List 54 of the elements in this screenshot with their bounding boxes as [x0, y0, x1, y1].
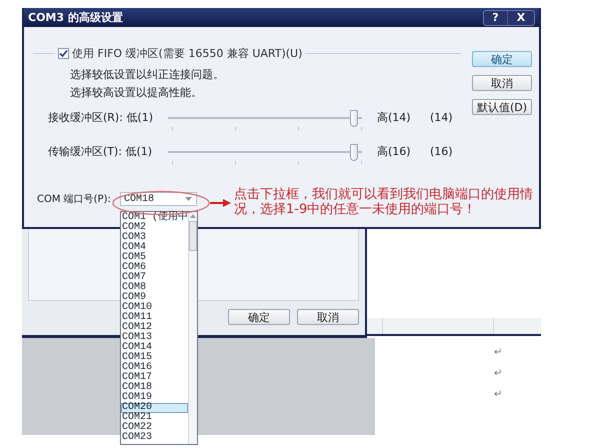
close-button[interactable]: X	[508, 10, 534, 24]
dropdown-option[interactable]: COM21	[121, 413, 188, 423]
slider-value: (14)	[430, 110, 453, 126]
paragraph-mark: ↵	[494, 367, 504, 380]
dropdown-option[interactable]: COM18	[121, 383, 188, 393]
annotation-text: 点击下拉框，我们就可以看到我们电脑端口的使用情况，选择1-9中的任意一未使用的端口号！	[234, 187, 534, 217]
dropdown-option[interactable]: COM7	[121, 273, 188, 283]
dropdown-option[interactable]: COM20	[121, 403, 188, 413]
help-button[interactable]: ?	[484, 10, 508, 24]
slider-value: (16)	[430, 144, 453, 160]
slider-max-label: 高(16)	[377, 144, 412, 160]
dropdown-option[interactable]: COM15	[121, 353, 188, 363]
dropdown-option[interactable]: COM5	[121, 253, 188, 263]
slider-thumb[interactable]	[350, 144, 358, 161]
dropdown-option[interactable]: COM23	[121, 433, 188, 443]
checkmark-icon	[59, 48, 68, 58]
caret-icon	[185, 196, 192, 202]
checkbox[interactable]	[58, 48, 69, 58]
dropdown-option[interactable]: COM9	[121, 293, 188, 303]
paragraph-mark: ↵	[494, 388, 504, 401]
dropdown-option[interactable]: COM10	[121, 303, 188, 313]
dropdown-value: COM18	[124, 194, 156, 204]
arrow	[210, 198, 232, 208]
dropdown-option[interactable]: COM12	[121, 323, 188, 333]
dropdown-option[interactable]: COM8	[121, 283, 188, 293]
slider-thumb[interactable]	[350, 110, 358, 127]
scroll-up-icon[interactable]	[190, 214, 196, 218]
port-label: COM 端口号(P):	[37, 192, 112, 206]
dialog-button[interactable]: 确定	[228, 309, 290, 325]
dropdown-option[interactable]: COM6	[121, 263, 188, 273]
window-title: COM3 的高级设置	[28, 10, 124, 25]
dropdown-option[interactable]: COM4	[121, 243, 188, 253]
hint-text: 选择较高设置以提高性能。	[70, 85, 203, 101]
paragraph-mark: ↵	[494, 346, 504, 359]
scrollbar-thumb[interactable]	[189, 221, 198, 251]
dropdown-option[interactable]: COM17	[121, 373, 188, 383]
dialog-button[interactable]: 取消	[472, 75, 532, 91]
dropdown-option[interactable]: COM16	[121, 363, 188, 373]
dropdown-option[interactable]: COM3	[121, 233, 188, 243]
hint-text: 选择较低设置以纠正连接问题。	[70, 67, 225, 83]
dialog-button[interactable]: 取消	[297, 309, 359, 325]
dropdown-option[interactable]: COM11	[121, 313, 188, 323]
slider-label: 传输缓冲区(T): 低(1)	[48, 144, 154, 160]
checkbox-label: 使用 FIFO 缓冲区(需要 16550 兼容 UART)(U)	[72, 46, 302, 60]
slider-max-label: 高(14)	[377, 110, 412, 126]
dropdown-option[interactable]: COM13	[121, 333, 188, 343]
dialog-button[interactable]: 默认值(D)	[472, 99, 532, 115]
port-dropdown[interactable]: COM18	[120, 192, 197, 206]
slider-label: 接收缓冲区(R): 低(1)	[48, 110, 154, 126]
dropdown-option[interactable]: COM19	[121, 393, 188, 403]
dropdown-option[interactable]: COM22	[121, 423, 188, 433]
dialog-button[interactable]: 确定	[472, 51, 532, 67]
dropdown-option[interactable]: COM14	[121, 343, 188, 353]
dropdown-option[interactable]: COM2	[121, 223, 188, 233]
